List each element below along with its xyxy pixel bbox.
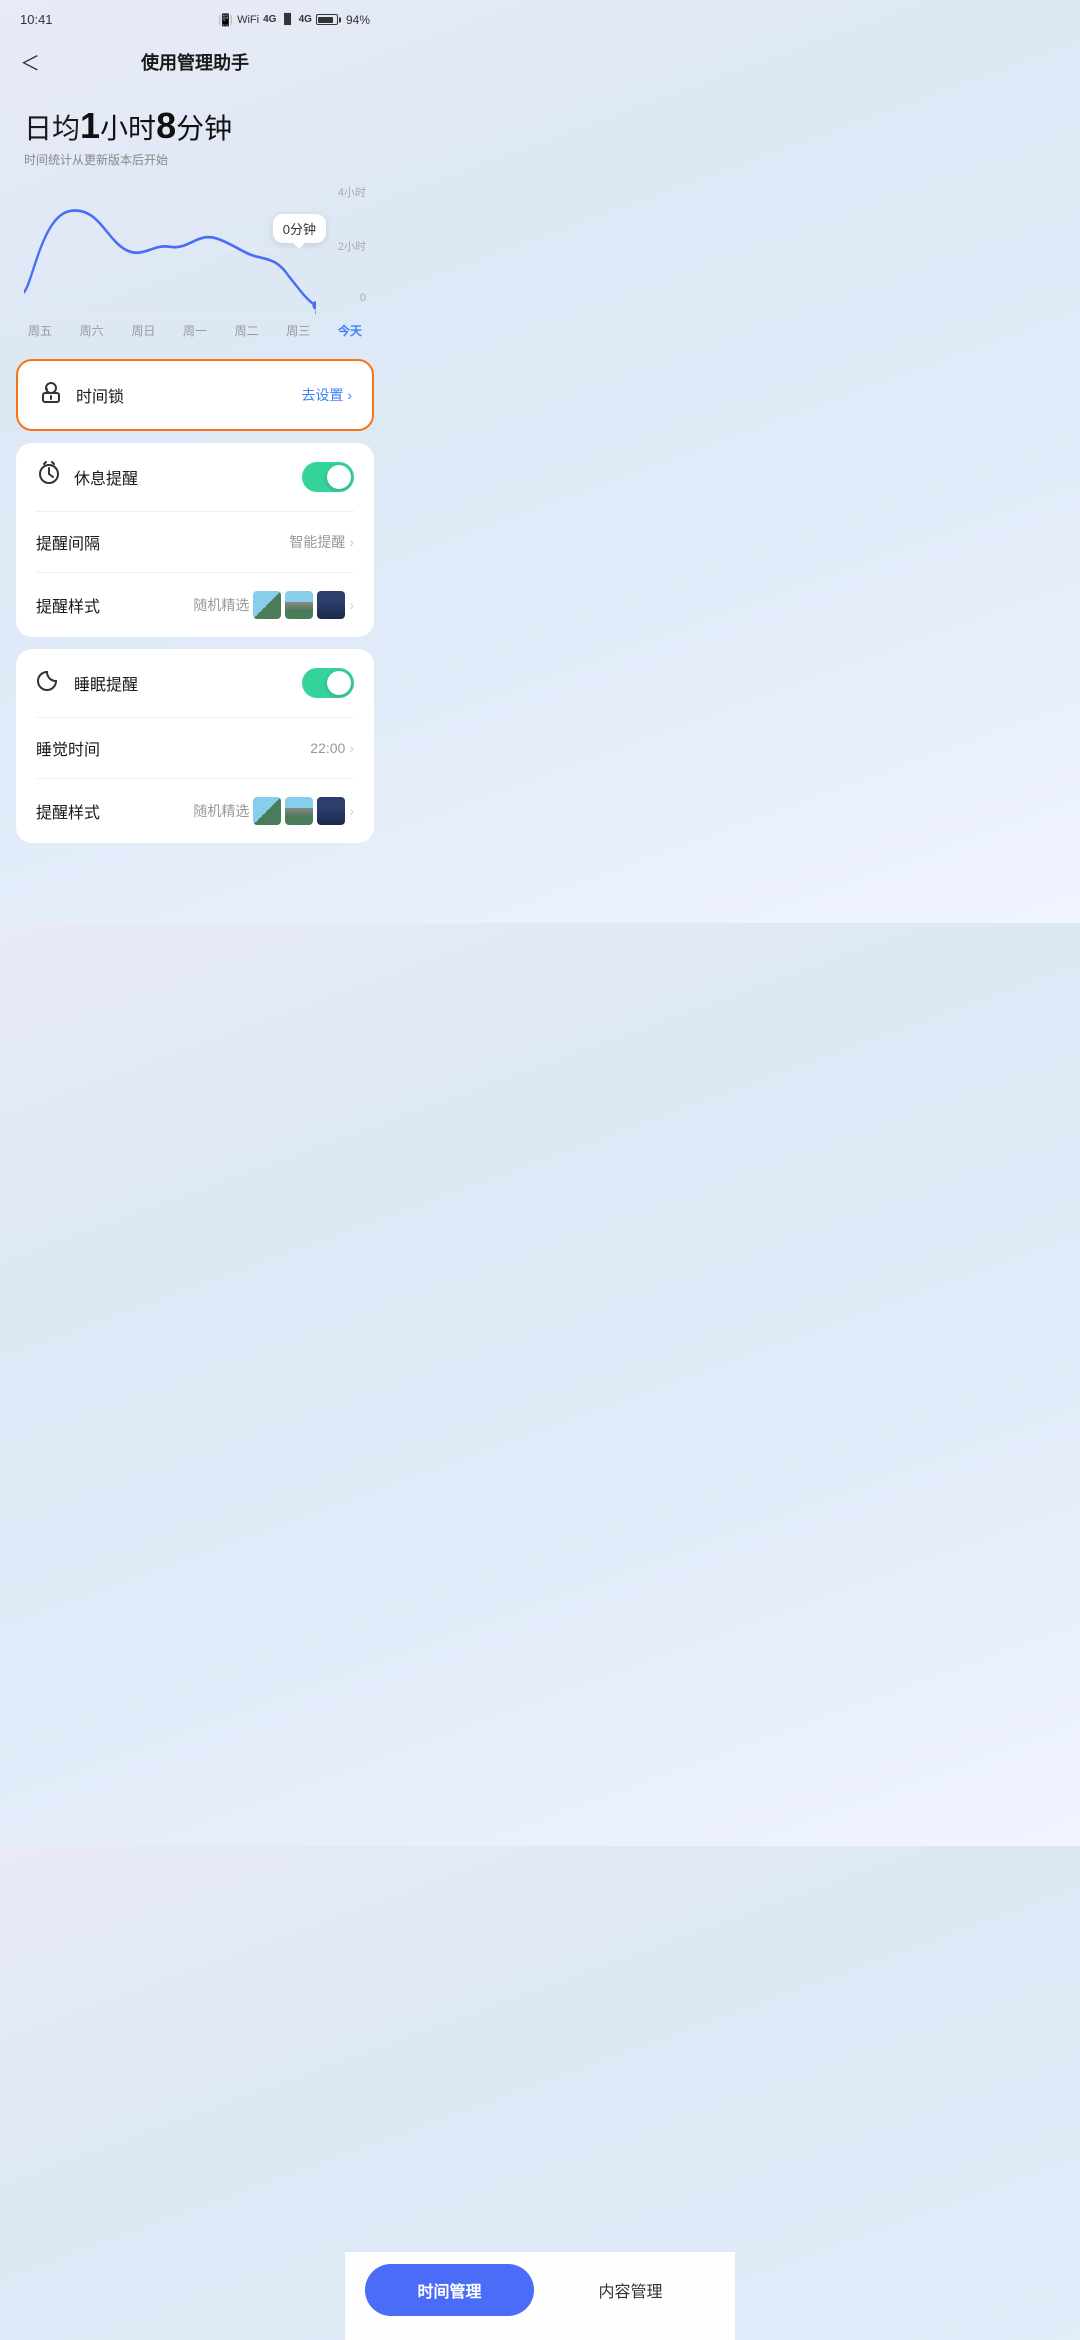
sleep-style-chevron: › xyxy=(349,803,354,819)
sleep-style-value: 随机精选 xyxy=(193,801,249,821)
sleep-style-row[interactable]: 提醒样式 随机精选 › xyxy=(16,779,374,843)
content-management-button[interactable]: 内容管理 xyxy=(546,2264,715,2316)
rest-reminder-row: 休息提醒 xyxy=(16,443,374,511)
reminder-style-row[interactable]: 提醒样式 随机精选 › xyxy=(16,573,374,637)
sleep-reminder-toggle[interactable] xyxy=(302,668,354,698)
sleep-style-value-row: 随机精选 › xyxy=(193,797,354,825)
page-title: 使用管理助手 xyxy=(48,49,342,75)
daily-avg-prefix: 日均 xyxy=(24,113,80,144)
sleep-reminder-icon xyxy=(36,667,62,699)
rest-reminder-toggle[interactable] xyxy=(302,462,354,492)
x-label-sat: 周六 xyxy=(80,322,104,339)
signal-4g-2-icon: 4G xyxy=(299,14,312,25)
back-button[interactable]: ＜ xyxy=(20,43,48,80)
vibrate-icon: 📳 xyxy=(218,13,233,27)
x-label-wed: 周三 xyxy=(286,322,310,339)
time-lock-icon xyxy=(38,379,64,411)
reminder-interval-value-row: 智能提醒 › xyxy=(289,532,354,552)
reminder-interval-row[interactable]: 提醒间隔 智能提醒 › xyxy=(16,512,374,572)
sleep-style-thumbnails xyxy=(253,797,345,825)
battery-indicator: 94% xyxy=(316,13,370,27)
reminder-style-thumbnails xyxy=(253,591,345,619)
chart-tooltip: 0分钟 xyxy=(273,214,326,243)
signal-bars-icon: ▐▌ xyxy=(280,14,294,25)
thumb-3 xyxy=(317,591,345,619)
sleep-time-value: 22:00 xyxy=(310,740,345,756)
time-lock-card[interactable]: 时间锁 去设置 › xyxy=(16,359,374,431)
reminder-interval-chevron: › xyxy=(349,534,354,550)
sleep-thumb-2 xyxy=(285,797,313,825)
time-lock-chevron: › xyxy=(347,387,352,403)
bottom-nav: 时间管理 内容管理 xyxy=(345,2252,735,2340)
status-time: 10:41 xyxy=(20,12,53,27)
stats-section: 日均1小时8分钟 时间统计从更新版本后开始 xyxy=(0,96,390,168)
sleep-reminder-card: 睡眠提醒 睡觉时间 22:00 › 提醒样式 随机精选 xyxy=(16,649,374,843)
status-icons: 📳 WiFi 4G ▐▌ 4G 94% xyxy=(218,13,370,27)
sleep-thumb-3 xyxy=(317,797,345,825)
status-bar: 10:41 📳 WiFi 4G ▐▌ 4G 94% xyxy=(0,0,390,35)
daily-avg-hours: 1小时8分钟 xyxy=(80,105,232,146)
daily-avg-display: 日均1小时8分钟 xyxy=(24,104,366,147)
usage-chart: 4小时 2小时 0 xyxy=(0,168,390,339)
reminder-style-value-row: 随机精选 › xyxy=(193,591,354,619)
sleep-time-value-row: 22:00 › xyxy=(310,740,354,756)
x-label-sun: 周日 xyxy=(131,322,155,339)
sleep-thumb-1 xyxy=(253,797,281,825)
x-label-fri: 周五 xyxy=(28,322,52,339)
battery-percent: 94% xyxy=(346,13,370,27)
sleep-time-label: 睡觉时间 xyxy=(36,736,100,760)
page-header: ＜ 使用管理助手 xyxy=(0,35,390,96)
rest-reminder-icon xyxy=(36,461,62,493)
time-lock-label: 时间锁 xyxy=(76,383,124,407)
line-chart-svg xyxy=(24,184,316,314)
reminder-style-value: 随机精选 xyxy=(193,595,249,615)
sleep-time-chevron: › xyxy=(349,740,354,756)
rest-reminder-label: 休息提醒 xyxy=(74,465,138,489)
time-management-button[interactable]: 时间管理 xyxy=(365,2264,534,2316)
x-label-today: 今天 xyxy=(338,322,362,339)
rest-reminder-card: 休息提醒 提醒间隔 智能提醒 › 提醒样式 随机精选 xyxy=(16,443,374,637)
reminder-interval-value: 智能提醒 xyxy=(289,532,345,552)
time-lock-action[interactable]: 去设置 › xyxy=(301,385,352,405)
sleep-time-row[interactable]: 睡觉时间 22:00 › xyxy=(16,718,374,778)
signal-4g-icon: 4G xyxy=(263,14,276,25)
reminder-interval-label: 提醒间隔 xyxy=(36,530,100,554)
thumb-1 xyxy=(253,591,281,619)
x-label-tue: 周二 xyxy=(235,322,259,339)
sleep-style-label: 提醒样式 xyxy=(36,799,100,823)
sleep-reminder-label: 睡眠提醒 xyxy=(74,671,138,695)
reminder-style-chevron: › xyxy=(349,597,354,613)
thumb-2 xyxy=(285,591,313,619)
chart-x-labels: 周五 周六 周日 周一 周二 周三 今天 xyxy=(24,314,366,339)
x-label-mon: 周一 xyxy=(183,322,207,339)
reminder-style-label: 提醒样式 xyxy=(36,593,100,617)
cards-section: 时间锁 去设置 › xyxy=(0,339,390,843)
sleep-reminder-row: 睡眠提醒 xyxy=(16,649,374,717)
wifi-icon: WiFi xyxy=(237,14,259,26)
stats-subtitle: 时间统计从更新版本后开始 xyxy=(24,151,366,168)
